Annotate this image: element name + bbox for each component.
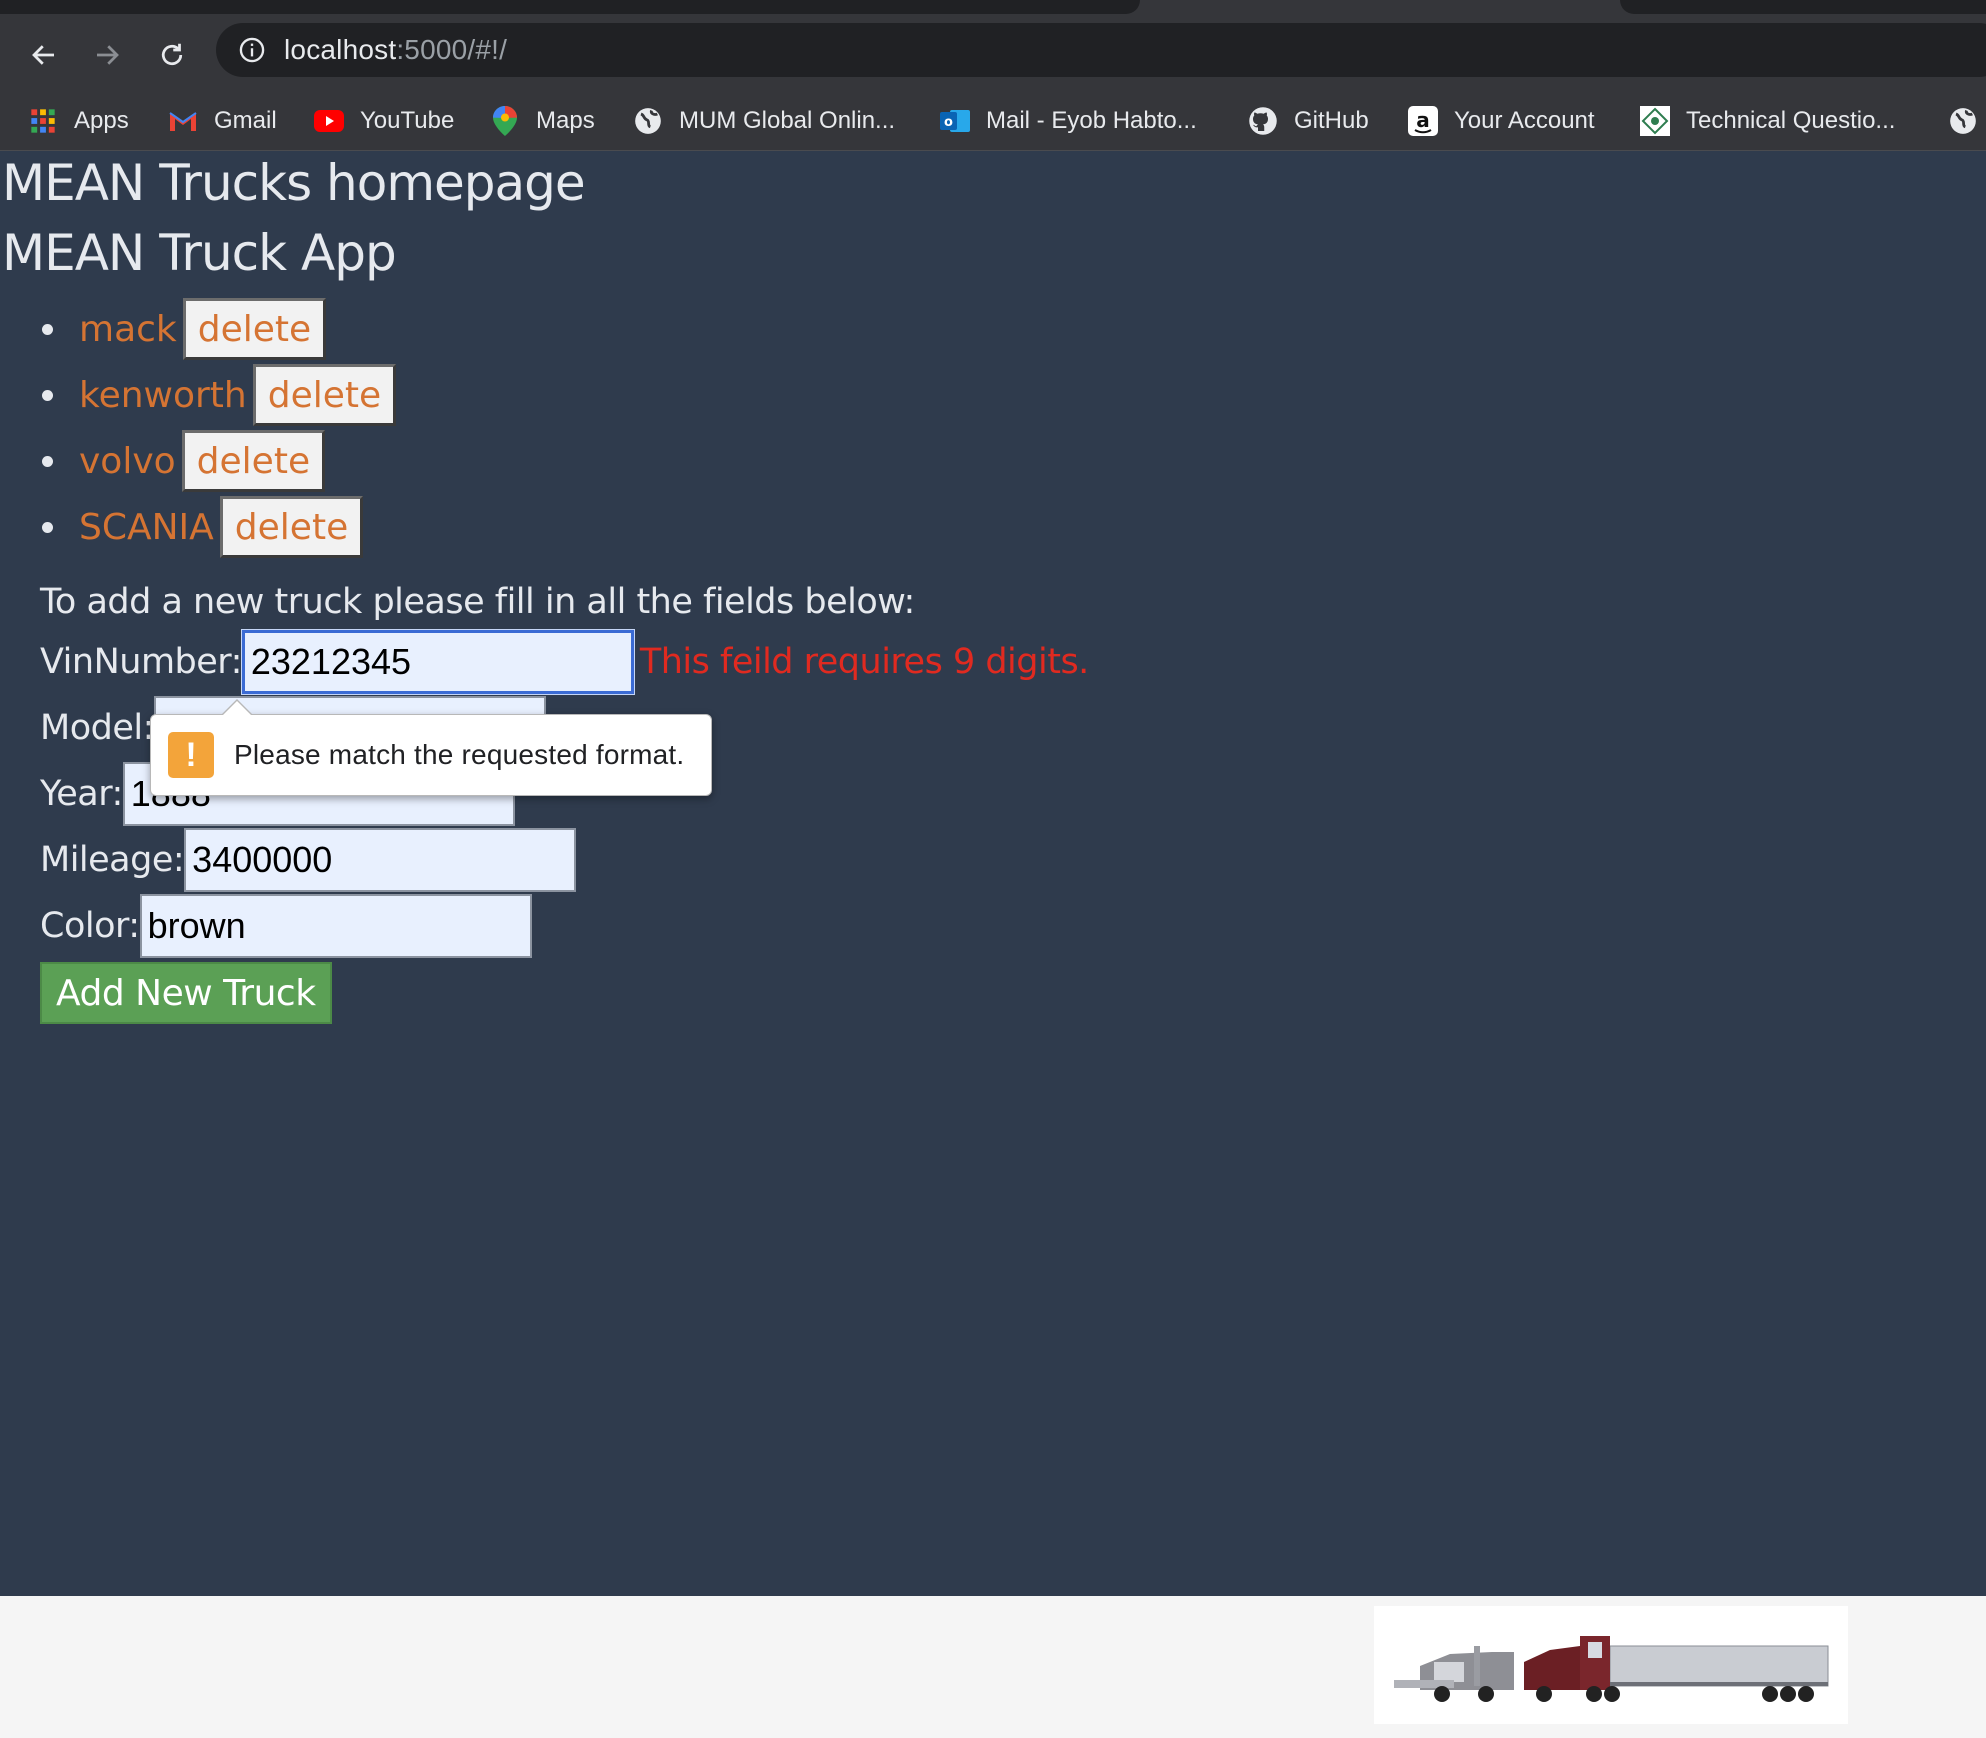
truck-illustration	[1374, 1606, 1848, 1724]
bullet	[42, 455, 53, 467]
bookmark-label: GitHub	[1294, 107, 1369, 134]
bookmarks-bar: Apps Gmail YouTube Maps MUM Global Onlin…	[0, 93, 1986, 151]
bookmark-label: MUM Global Onlin...	[679, 107, 896, 134]
delete-button[interactable]: delete	[219, 496, 364, 558]
vin-row: VinNumber: 23212345 This feild requires …	[40, 630, 1089, 694]
bullet	[42, 521, 53, 533]
delete-button[interactable]: delete	[252, 364, 397, 426]
browser-toolbar: localhost:5000/#!/	[0, 21, 1986, 100]
globe-icon	[1948, 106, 1978, 136]
page-title: MEAN Trucks homepage	[2, 154, 586, 212]
back-arrow-icon	[32, 45, 54, 65]
list-item: SCANIA delete	[40, 494, 396, 560]
forward-arrow-icon	[97, 45, 119, 65]
bookmark-label: Your Account	[1454, 107, 1595, 134]
bookmark-apps[interactable]: Apps	[28, 99, 129, 143]
maps-pin-icon	[490, 106, 520, 136]
truck-list: mack delete kenworth delete volvo delete…	[40, 296, 397, 560]
truck-link[interactable]: kenworth	[79, 375, 247, 416]
add-truck-button[interactable]: Add New Truck	[40, 962, 332, 1024]
active-tab[interactable]	[0, 0, 1140, 14]
youtube-icon	[314, 106, 344, 136]
tech-icon	[1640, 106, 1670, 136]
vin-error: This feild requires 9 digits.	[639, 642, 1089, 682]
bookmark-maps[interactable]: Maps	[490, 99, 595, 143]
address-bar[interactable]: localhost:5000/#!/	[216, 23, 1986, 77]
forward-button[interactable]	[85, 33, 129, 77]
bookmark-mum[interactable]: MUM Global Onlin...	[633, 99, 895, 143]
list-item: mack delete	[40, 296, 396, 362]
tab-strip	[0, 0, 1986, 21]
bookmark-technical[interactable]: Technical Questio...	[1640, 99, 1895, 143]
mileage-input[interactable]: 3400000	[184, 828, 577, 892]
url-text[interactable]: localhost:5000/#!/	[284, 34, 507, 66]
color-input[interactable]: brown	[139, 894, 532, 958]
mileage-row: Mileage: 3400000	[40, 828, 577, 892]
app-title: MEAN Truck App	[2, 224, 397, 282]
list-item: kenworth delete	[40, 362, 397, 428]
bullet	[42, 389, 53, 401]
bookmark-youtube[interactable]: YouTube	[314, 99, 454, 143]
bookmark-label: Mail - Eyob Habto...	[986, 107, 1197, 134]
outlook-icon: o	[940, 106, 970, 136]
year-label: Year:	[40, 774, 123, 814]
validation-tooltip: ! Please match the requested format.	[150, 699, 712, 796]
site-info-icon[interactable]	[238, 36, 266, 64]
color-row: Color: brown	[40, 894, 532, 958]
back-button[interactable]	[22, 33, 66, 77]
bookmark-label: YouTube	[360, 107, 455, 134]
amazon-icon: a	[1408, 106, 1438, 136]
gmail-icon	[168, 106, 198, 136]
bookmark-amazon[interactable]: a Your Account	[1408, 99, 1595, 143]
vin-input[interactable]: 23212345	[241, 630, 634, 694]
mileage-label: Mileage:	[40, 840, 185, 880]
page-footer	[0, 1596, 1986, 1738]
bookmark-label: Maps	[536, 107, 595, 134]
bookmark-gmail[interactable]: Gmail	[168, 99, 277, 143]
truck-link[interactable]: SCANIA	[79, 507, 214, 548]
bookmark-label: Apps	[74, 107, 129, 134]
svg-text:o: o	[944, 115, 953, 130]
form-instructions: To add a new truck please fill in all th…	[40, 582, 915, 622]
globe-icon	[633, 106, 663, 136]
bullet	[42, 323, 53, 335]
url-host: localhost	[284, 34, 397, 65]
reload-icon	[161, 43, 183, 66]
bookmark-overflow[interactable]	[1948, 99, 1978, 143]
bookmark-outlook[interactable]: o Mail - Eyob Habto...	[940, 99, 1197, 143]
delete-button[interactable]: delete	[181, 430, 326, 492]
github-icon	[1248, 106, 1278, 136]
bookmark-label: Gmail	[214, 107, 277, 134]
url-path: :5000/#!/	[396, 34, 508, 65]
model-label: Model:	[40, 708, 154, 748]
vin-label: VinNumber:	[40, 642, 242, 682]
tooltip-message: Please match the requested format.	[234, 739, 685, 770]
bookmark-github[interactable]: GitHub	[1248, 99, 1369, 143]
other-tab[interactable]	[1620, 0, 1986, 14]
warning-icon: !	[168, 732, 214, 778]
apps-grid-icon	[28, 106, 58, 136]
bookmark-label: Technical Questio...	[1686, 107, 1896, 134]
truck-link[interactable]: mack	[79, 309, 177, 350]
delete-button[interactable]: delete	[182, 298, 327, 360]
tooltip-arrow-inner	[222, 701, 252, 716]
color-label: Color:	[40, 906, 140, 946]
truck-link[interactable]: volvo	[79, 441, 176, 482]
truck-image	[1374, 1606, 1848, 1724]
reload-button[interactable]	[150, 33, 194, 77]
svg-text:a: a	[1416, 108, 1430, 132]
list-item: volvo delete	[40, 428, 396, 494]
